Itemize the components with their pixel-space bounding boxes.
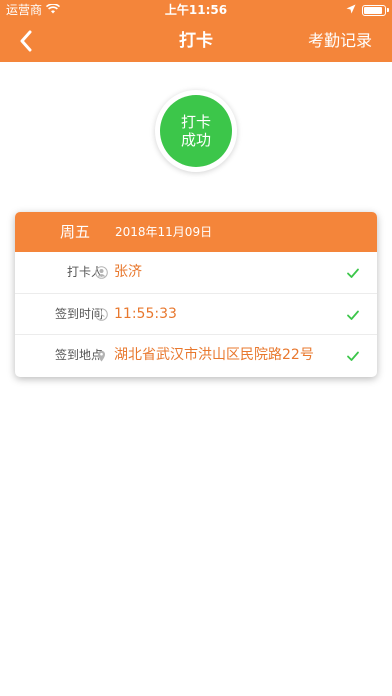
success-circle: 打卡 成功 (160, 95, 232, 167)
check-icon (347, 310, 359, 320)
nav-bar: 打卡 考勤记录 (0, 20, 392, 62)
success-line-2: 成功 (180, 131, 211, 149)
success-line-1: 打卡 (180, 113, 211, 131)
check-icon (347, 351, 359, 362)
location-arrow-icon (346, 0, 356, 20)
row-value: 张济 (114, 264, 142, 280)
row-checkin-time: 签到时间 11:55:33 (15, 294, 377, 336)
location-pin-icon (95, 349, 108, 362)
check-icon (347, 268, 359, 278)
chevron-left-icon (20, 30, 32, 52)
row-checkin-person: 打卡人 张济 (15, 252, 377, 294)
weekday-label: 周五 (60, 223, 91, 241)
battery-icon (362, 4, 389, 16)
date-label: 2018年11月09日 (115, 225, 213, 239)
status-right (346, 0, 389, 20)
checkin-screen: 运营商 上午11:56 打卡 考勤记录 打卡 成功 周五 2018年11月09日… (0, 0, 392, 696)
status-time: 上午11:56 (164, 3, 228, 17)
clock-icon (95, 307, 108, 321)
row-value: 11:55:33 (114, 305, 177, 322)
attendance-records-button[interactable]: 考勤记录 (308, 20, 372, 62)
user-icon (95, 266, 108, 279)
back-button[interactable] (12, 27, 40, 55)
status-bar: 运营商 上午11:56 (0, 0, 392, 20)
card-header: 周五 2018年11月09日 (15, 212, 377, 252)
row-value: 湖北省武汉市洪山区民院路22号 (114, 347, 314, 364)
row-checkin-location: 签到地点 湖北省武汉市洪山区民院路22号 (15, 335, 377, 377)
checkin-success-badge: 打卡 成功 (155, 90, 237, 172)
checkin-detail-card: 周五 2018年11月09日 打卡人 张济 签到时间 11:55:33 签到地点… (15, 212, 377, 377)
